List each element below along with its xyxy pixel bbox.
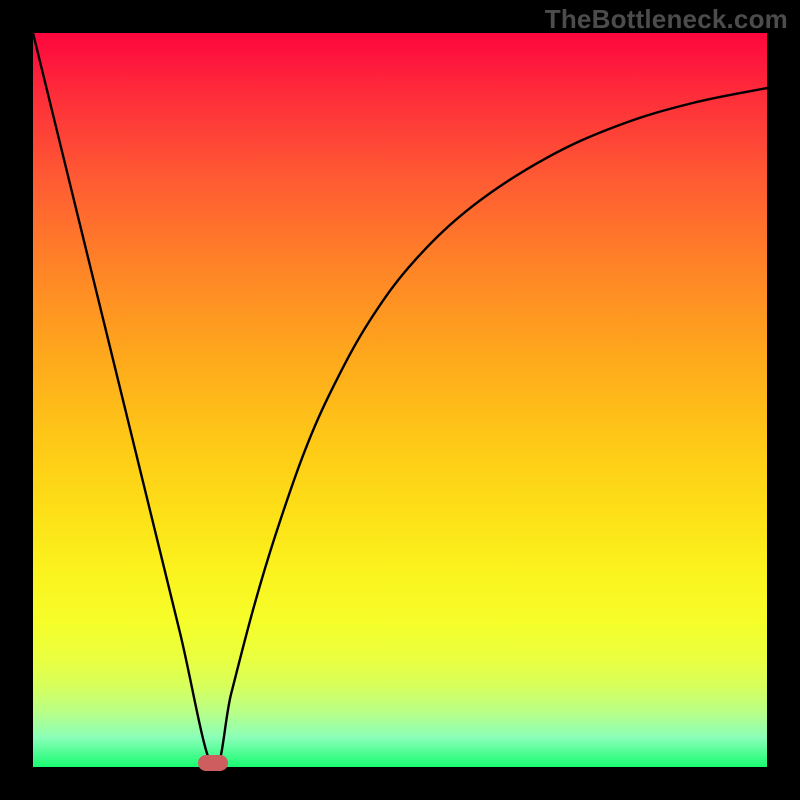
plot-area [33, 33, 767, 767]
bottleneck-curve [33, 33, 767, 767]
curve-path [33, 33, 767, 768]
watermark-text: TheBottleneck.com [545, 4, 788, 35]
minimum-marker [198, 755, 228, 771]
chart-frame: TheBottleneck.com [0, 0, 800, 800]
